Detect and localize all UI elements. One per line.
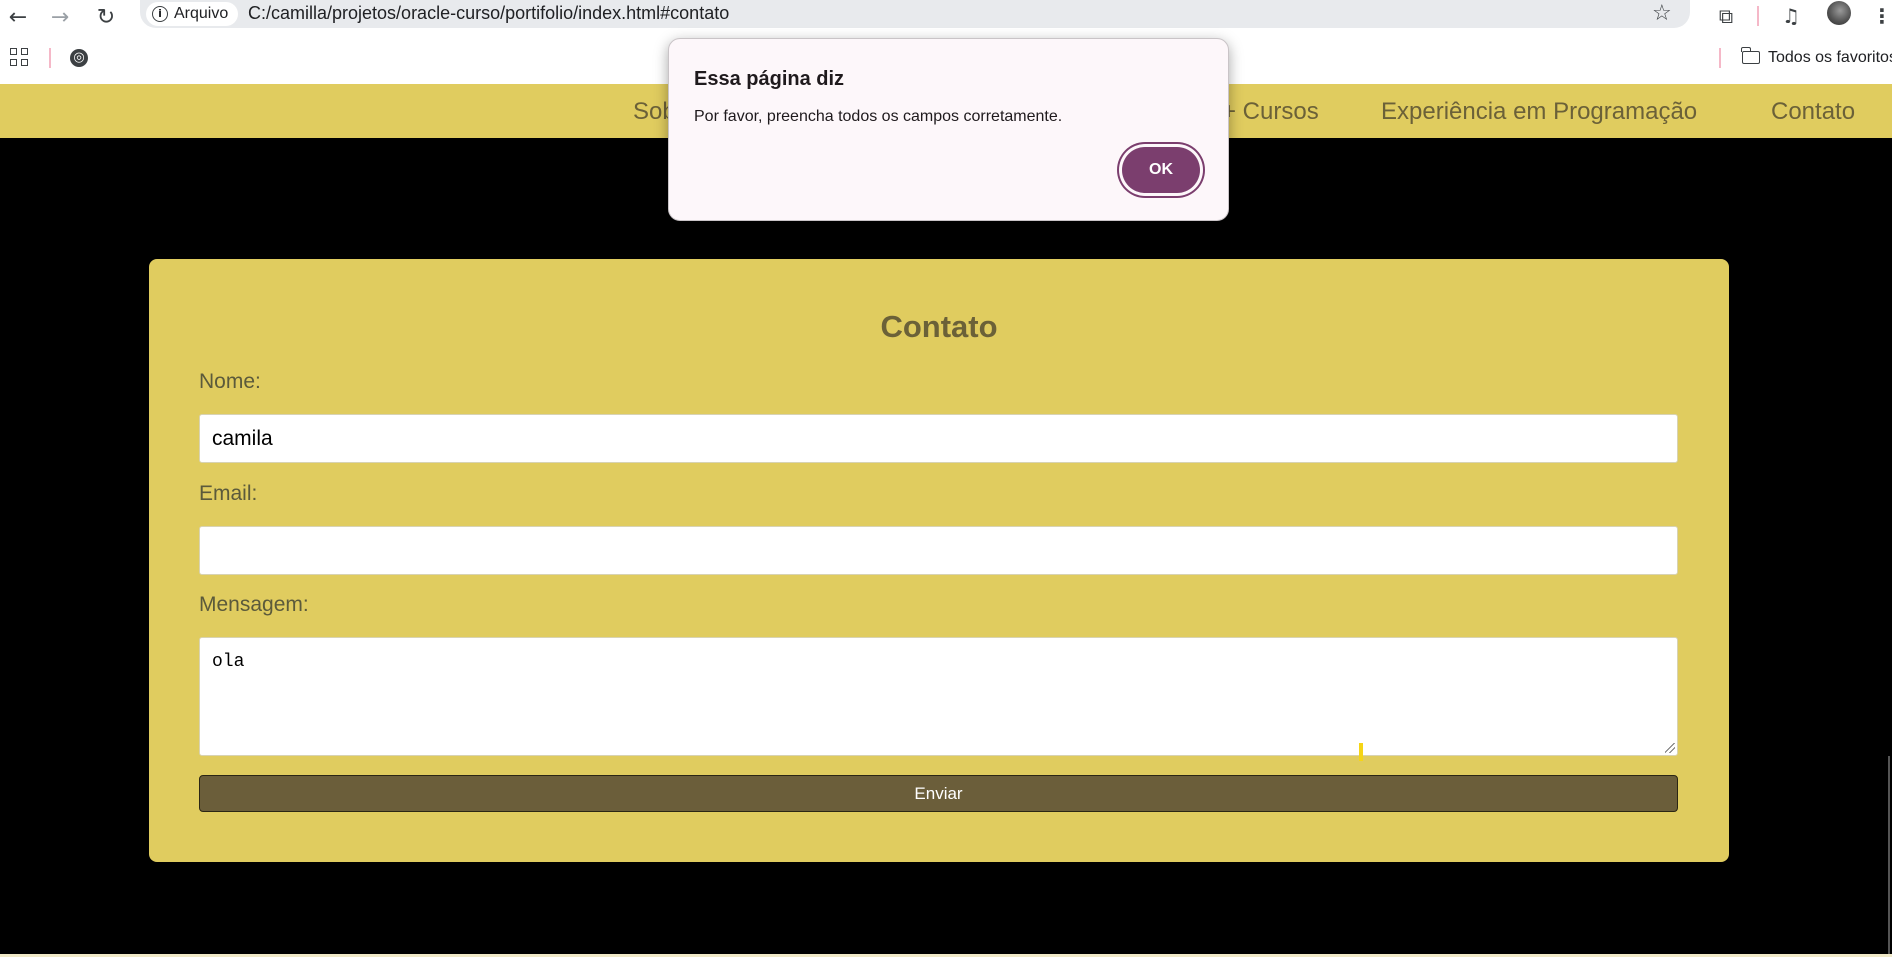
email-input[interactable] bbox=[199, 526, 1678, 575]
extensions-icon[interactable]: ⧉ bbox=[1712, 2, 1740, 30]
submit-button[interactable]: Enviar bbox=[199, 775, 1678, 812]
info-icon: i bbox=[152, 6, 168, 22]
media-playlist-icon[interactable]: ♫ bbox=[1777, 2, 1805, 30]
url-text[interactable]: C:/camilla/projetos/oracle-curso/portifo… bbox=[248, 3, 729, 24]
nav-link-cursos[interactable]: + Cursos bbox=[1222, 98, 1319, 126]
profile-avatar[interactable] bbox=[1827, 1, 1851, 25]
scrollbar-thumb[interactable] bbox=[1888, 756, 1890, 957]
email-label: Email: bbox=[199, 482, 258, 505]
alert-dialog: Essa página diz Por favor, preencha todo… bbox=[668, 38, 1229, 221]
alert-message: Por favor, preencha todos os campos corr… bbox=[694, 108, 1063, 125]
message-label: Mensagem: bbox=[199, 593, 309, 616]
all-bookmarks-label[interactable]: Todos os favoritos bbox=[1768, 49, 1892, 67]
address-bar[interactable]: i Arquivo C:/camilla/projetos/oracle-cur… bbox=[140, 0, 1690, 28]
bookmark-star-icon[interactable]: ☆ bbox=[1652, 1, 1672, 26]
nav-link-contato[interactable]: Contato bbox=[1771, 98, 1855, 126]
ok-button[interactable]: OK bbox=[1122, 147, 1200, 193]
bookmark-divider bbox=[49, 48, 51, 68]
globe-icon[interactable]: ◎ bbox=[70, 49, 88, 67]
apps-grid-icon[interactable] bbox=[10, 48, 30, 68]
alert-title: Essa página diz bbox=[694, 68, 845, 90]
site-info-label: Arquivo bbox=[174, 5, 229, 22]
folder-icon[interactable] bbox=[1741, 47, 1760, 64]
name-label: Nome: bbox=[199, 370, 261, 393]
nav-link-experiencia[interactable]: Experiência em Programação bbox=[1381, 98, 1697, 126]
contact-title: Contato bbox=[880, 309, 998, 344]
contact-form-card: Contato Nome: camila Email: Mensagem: ol… bbox=[149, 259, 1729, 862]
back-arrow-icon[interactable]: ← bbox=[4, 3, 32, 31]
message-textarea[interactable]: ola bbox=[199, 637, 1678, 756]
resize-handle-icon[interactable] bbox=[1665, 743, 1675, 753]
reload-icon[interactable]: ↻ bbox=[92, 3, 120, 31]
message-text: ola bbox=[212, 652, 245, 672]
bookmark-divider bbox=[1719, 48, 1721, 68]
text-cursor bbox=[1359, 743, 1363, 761]
toolbar-divider bbox=[1757, 6, 1759, 26]
forward-arrow-icon[interactable]: → bbox=[46, 3, 74, 31]
site-info-chip[interactable]: i Arquivo bbox=[146, 2, 239, 26]
name-input[interactable]: camila bbox=[199, 414, 1678, 463]
browser-toolbar: ← → ↻ i Arquivo C:/camilla/projetos/orac… bbox=[0, 0, 1892, 34]
menu-kebab-icon[interactable]: ⋮ bbox=[1868, 2, 1892, 30]
